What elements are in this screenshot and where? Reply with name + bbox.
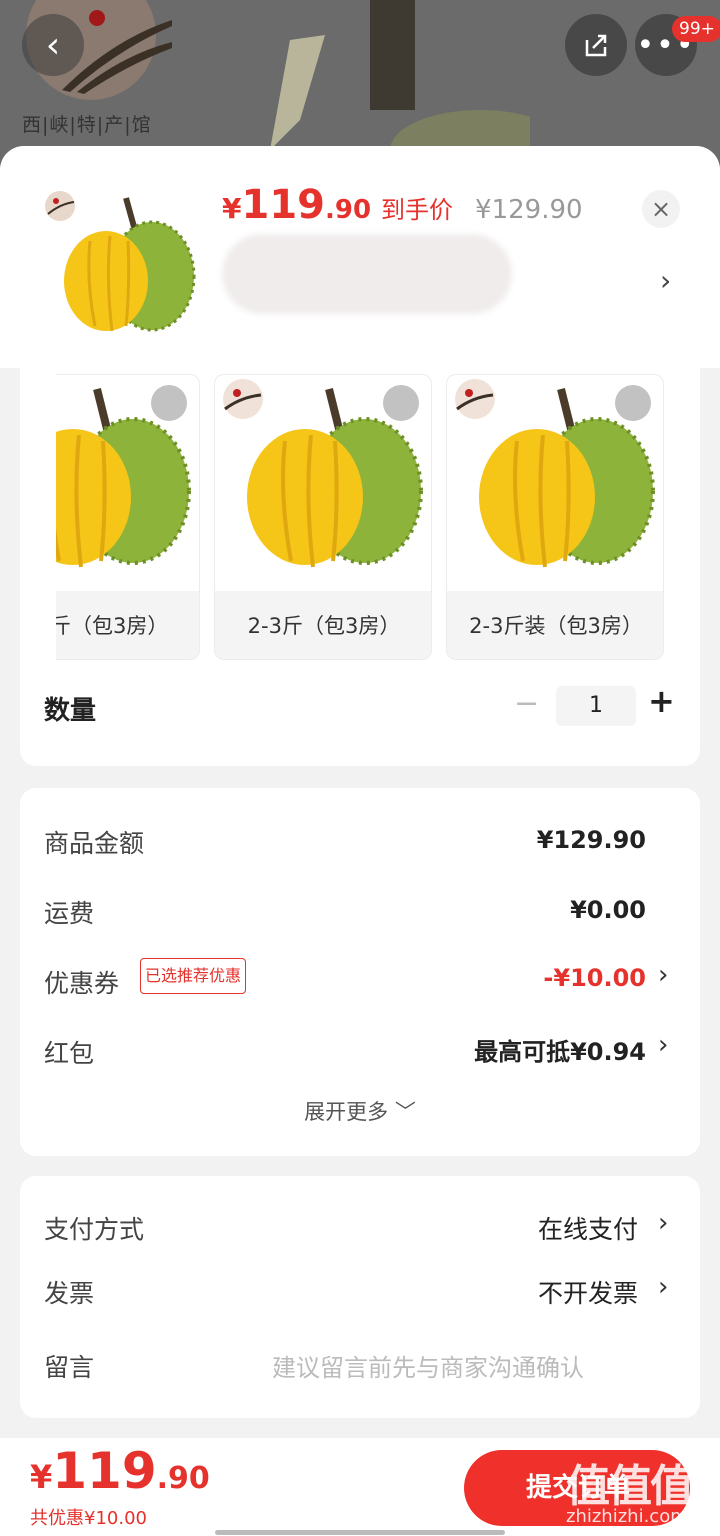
durian-photo <box>270 0 530 170</box>
watermark-url: zhizhizhi.com <box>566 1506 688 1527</box>
expand-icon[interactable] <box>615 385 651 421</box>
expand-icon[interactable] <box>151 385 187 421</box>
goods-amount-label: 商品金额 <box>44 829 145 858</box>
chevron-right-icon[interactable]: › <box>658 1272 668 1302</box>
expand-more-button[interactable]: 展开更多 ﹀ <box>20 1096 700 1126</box>
share-icon <box>585 34 607 57</box>
shipping-label: 运费 <box>44 899 95 928</box>
price-decimal: .90 <box>324 195 372 225</box>
spec-option[interactable]: 2-3斤装（包3房） <box>446 374 664 660</box>
chevron-right-icon[interactable]: › <box>658 960 668 990</box>
close-icon: × <box>650 195 672 223</box>
spec-options-strip[interactable]: 2-3斤（包3房） 2-3斤（包3房） <box>56 374 686 662</box>
quantity-label: 数量 <box>44 696 97 726</box>
blurred-product-title <box>222 234 512 314</box>
quantity-input[interactable]: 1 <box>556 686 636 726</box>
chevron-right-icon[interactable]: › <box>658 1030 668 1060</box>
payment-method-label: 支付方式 <box>44 1215 145 1244</box>
goods-amount-value: ¥129.90 <box>536 826 646 854</box>
total-price: ¥ 119 .90 <box>30 1442 210 1500</box>
payment-card: 支付方式 在线支付 › 发票 不开发票 › 留言 建议留言前先与商家沟通确认 <box>20 1176 700 1418</box>
watermark-logo: 值值值 <box>566 1461 694 1512</box>
back-arrow-icon: ‹ <box>45 24 61 66</box>
spec-label: 2-3斤（包3房） <box>247 614 401 638</box>
spec-option[interactable]: 2-3斤（包3房） <box>56 374 200 660</box>
final-price-tag: 到手价 <box>381 196 454 224</box>
coupon-selected-badge: 已选推荐优惠 <box>140 958 247 994</box>
coupon-label: 优惠券 <box>44 969 120 998</box>
total-savings: 共优惠¥10.00 <box>30 1508 147 1529</box>
close-button[interactable]: × <box>642 190 680 228</box>
quantity-minus-button[interactable]: − <box>514 686 539 721</box>
spec-option[interactable]: 2-3斤（包3房） <box>214 374 432 660</box>
red-packet-label: 红包 <box>44 1039 95 1068</box>
product-thumbnail[interactable] <box>40 186 200 346</box>
message-label: 留言 <box>44 1353 95 1382</box>
shop-logo-text: 西|峡|特|产|馆 <box>22 114 152 136</box>
expand-icon[interactable] <box>383 385 419 421</box>
original-price: ¥129.90 <box>475 195 583 225</box>
spec-quantity-card: 2-3斤（包3房） 2-3斤（包3房） <box>20 368 700 766</box>
price-row: ¥ 119 .90 到手价 ¥129.90 <box>222 182 583 228</box>
checkout-footer: ¥ 119 .90 共优惠¥10.00 提交订单 值值值 zhizhizhi.c… <box>0 1438 720 1536</box>
spec-label: 2-3斤（包3房） <box>56 614 169 638</box>
invoice-value[interactable]: 不开发票 <box>538 1274 638 1310</box>
shipping-value: ¥0.00 <box>570 896 646 924</box>
red-packet-value[interactable]: 最高可抵¥0.94 <box>474 1032 646 1067</box>
chevron-right-icon[interactable]: › <box>660 264 671 297</box>
message-badge: 99+ <box>672 16 720 42</box>
home-indicator <box>215 1530 505 1535</box>
order-sheet: ¥ 119 .90 到手价 ¥129.90 × › （包3房） 2-3斤（包3房… <box>0 146 720 1536</box>
price-integer: 119 <box>241 182 325 228</box>
invoice-label: 发票 <box>44 1279 95 1308</box>
total-price-integer: 119 <box>52 1442 157 1500</box>
price-symbol: ¥ <box>222 192 242 225</box>
payment-method-value[interactable]: 在线支付 <box>538 1210 638 1246</box>
coupon-value[interactable]: -¥10.00 <box>543 964 646 992</box>
chevron-right-icon[interactable]: › <box>658 1208 668 1238</box>
share-button[interactable] <box>565 14 627 76</box>
total-price-decimal: .90 <box>156 1461 210 1496</box>
quantity-plus-button[interactable]: + <box>648 682 675 720</box>
message-input[interactable]: 建议留言前先与商家沟通确认 <box>272 1348 584 1383</box>
total-price-symbol: ¥ <box>30 1458 53 1496</box>
price-summary-card: 商品金额 ¥129.90 运费 ¥0.00 优惠券 已选推荐优惠 -¥10.00… <box>20 788 700 1156</box>
product-summary-card: ¥ 119 .90 到手价 ¥129.90 × › <box>0 146 720 368</box>
back-button[interactable]: ‹ <box>22 14 84 76</box>
spec-label: 2-3斤装（包3房） <box>469 614 643 638</box>
